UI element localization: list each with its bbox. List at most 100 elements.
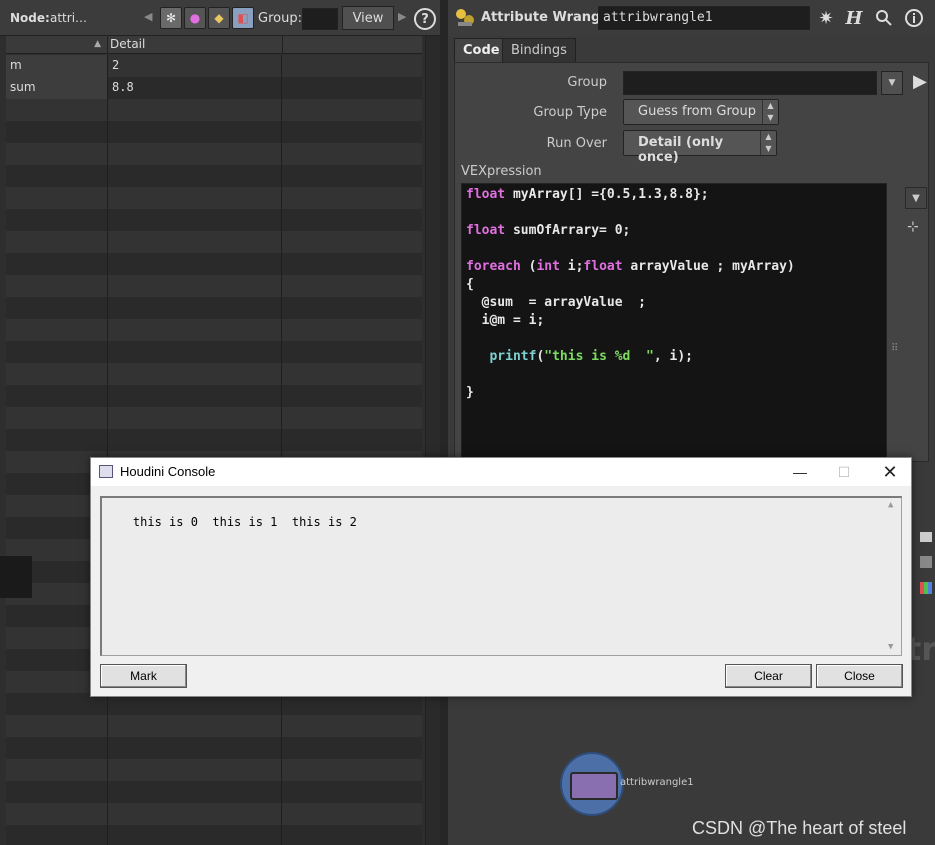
table-row (6, 275, 422, 297)
close-icon[interactable]: ✕ (867, 458, 913, 486)
empty-cell (108, 407, 282, 429)
empty-cell (6, 781, 108, 803)
table-header: ▲ Detail (6, 36, 422, 54)
empty-cell (108, 759, 282, 781)
tab-code[interactable]: Code (454, 38, 509, 62)
vex-code-editor[interactable]: float myArray[] ={0.5,1.3,8.8}; float su… (461, 183, 887, 463)
empty-cell (6, 825, 108, 845)
select-arrow-icon[interactable]: ▶ (913, 71, 927, 92)
sort-up-icon: ▲ (94, 39, 101, 49)
console-scrollbar[interactable]: ▲ ▼ (885, 498, 901, 654)
resize-grip-icon[interactable]: ⠿ (891, 343, 898, 354)
attribute-name: sum (6, 77, 108, 99)
palette-icon[interactable] (920, 582, 932, 594)
close-button[interactable]: Close (816, 664, 903, 688)
run-over-select[interactable]: Detail (only once) ▲ ▼ (623, 130, 777, 165)
node-type-title: Attribute Wrangle (481, 10, 614, 25)
table-row (6, 429, 422, 451)
info-icon[interactable] (902, 6, 926, 30)
code-line: @sum = arrayValue ; (466, 295, 647, 310)
mark-button[interactable]: Mark (100, 664, 187, 688)
group-type-select[interactable]: Guess from Group ▲ ▼ (623, 99, 779, 125)
table-row (6, 121, 422, 143)
code-line: foreach (int i;float arrayValue ; myArra… (466, 259, 795, 274)
empty-cell (108, 187, 282, 209)
add-spare-params-icon[interactable]: ⊹ (907, 219, 919, 235)
console-titlebar[interactable]: Houdini Console — ☐ ✕ (91, 458, 911, 486)
empty-cell (6, 803, 108, 825)
houdini-help-icon[interactable]: H (842, 6, 866, 30)
table-row (6, 803, 422, 825)
table-row (6, 781, 422, 803)
detail-icon[interactable]: ◧ (232, 7, 254, 29)
tab-bindings[interactable]: Bindings (502, 38, 576, 62)
run-over-value: Detail (only once) (638, 135, 724, 165)
group-type-value: Guess from Group (638, 104, 756, 119)
table-row (6, 715, 422, 737)
console-output[interactable]: this is 0 this is 1 this is 2 ▲ ▼ (100, 496, 902, 656)
attribute-wrangle-icon (456, 9, 474, 26)
table-row (6, 297, 422, 319)
table-row (6, 187, 422, 209)
empty-cell (6, 253, 108, 275)
node-name-field[interactable]: attribwrangle1 (598, 6, 810, 30)
sort-column-header[interactable]: ▲ (6, 36, 108, 54)
node-path-value[interactable]: attri… (50, 11, 87, 25)
pane-divider[interactable] (440, 0, 448, 845)
node-label: Node: (10, 11, 50, 25)
arrow-right-icon[interactable]: ▶ (398, 10, 406, 23)
table-row (6, 385, 422, 407)
parameter-pane: Attribute Wrangle attribwrangle1 ✷ H Cod… (448, 0, 935, 845)
table-body: m 2 sum 8.8 (6, 55, 422, 845)
help-button[interactable]: ? (414, 8, 436, 30)
group-filter-field[interactable] (302, 8, 338, 30)
empty-cell (6, 429, 108, 451)
empty-cell (6, 231, 108, 253)
minimize-icon[interactable]: — (777, 458, 823, 486)
gear-icon[interactable]: ✷ (814, 6, 838, 30)
clear-button[interactable]: Clear (725, 664, 812, 688)
arrow-left-icon[interactable]: ◀ (144, 10, 152, 23)
group-type-label: Group Type (533, 105, 607, 120)
points-icon[interactable]: ✻ (160, 7, 182, 29)
view-button[interactable]: View (342, 6, 394, 30)
pin-icon[interactable] (920, 556, 932, 568)
empty-cell (108, 99, 282, 121)
empty-cell (108, 143, 282, 165)
maximize-icon[interactable]: ☐ (821, 458, 867, 486)
table-row[interactable]: sum 8.8 (6, 77, 422, 99)
attribute-name: m (6, 55, 108, 77)
table-row (6, 341, 422, 363)
empty-cell (108, 121, 282, 143)
empty-cell (6, 737, 108, 759)
empty-cell (108, 231, 282, 253)
empty-cell (6, 275, 108, 297)
pane-handle (0, 556, 32, 598)
empty-cell (108, 715, 282, 737)
empty-cell (6, 143, 108, 165)
console-app-icon (99, 465, 113, 478)
group-param-field[interactable] (623, 71, 877, 95)
scroll-up-icon[interactable]: ▲ (888, 500, 893, 510)
column-header-detail[interactable]: Detail (110, 37, 145, 51)
empty-cell (6, 759, 108, 781)
table-row (6, 231, 422, 253)
spreadsheet-toolbar: Node: attri… ◀ ✻ ● ◆ ◧ Group: View ▶ ? (0, 0, 440, 36)
attribwrangle-node[interactable] (560, 752, 624, 816)
table-row (6, 407, 422, 429)
empty-cell (6, 319, 108, 341)
search-icon[interactable] (872, 6, 896, 30)
editor-menu-button[interactable]: ▼ (905, 187, 927, 209)
table-row[interactable]: m 2 (6, 55, 422, 77)
group-dropdown-button[interactable]: ▼ (881, 71, 903, 95)
scroll-down-icon[interactable]: ▼ (888, 642, 893, 652)
vertices-icon[interactable]: ● (184, 7, 206, 29)
primitives-icon[interactable]: ◆ (208, 7, 230, 29)
code-line: i@m = i; (466, 313, 545, 328)
attribute-value: 2 (108, 55, 282, 77)
empty-cell (108, 319, 282, 341)
table-row (6, 143, 422, 165)
code-line: { (466, 277, 474, 292)
spreadsheet-scrollbar[interactable] (425, 36, 440, 845)
empty-cell (6, 363, 108, 385)
